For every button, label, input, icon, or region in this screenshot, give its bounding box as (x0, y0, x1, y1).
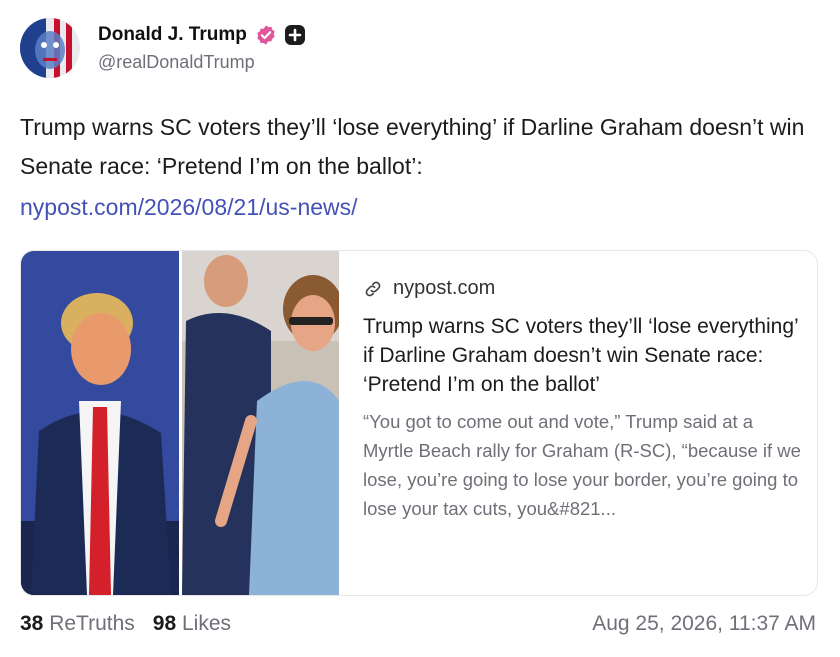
card-title: Trump warns SC voters they’ll ‘lose ever… (363, 315, 798, 396)
retruths-stat[interactable]: 38 ReTruths (20, 612, 135, 636)
retruths-count: 38 (20, 612, 44, 635)
author-display-name[interactable]: Donald J. Trump (98, 24, 247, 46)
link-preview-card[interactable]: nypost.com Trump warns SC voters they’ll… (20, 250, 818, 596)
likes-count: 98 (152, 612, 177, 635)
retruths-label: ReTruths (49, 612, 135, 635)
author-handle[interactable]: @realDonaldTrump (98, 52, 305, 73)
post-text: Trump warns SC voters they’ll ‘lose ever… (20, 114, 805, 179)
likes-label: Likes (182, 612, 232, 635)
avatar-image (20, 18, 80, 78)
author-names: Donald J. Trump @realDonaldTrump (98, 24, 305, 73)
name-row: Donald J. Trump (98, 24, 305, 46)
post-timestamp[interactable]: Aug 25, 2026, 11:37 AM (592, 612, 816, 636)
card-description: “You got to come out and vote,” Trump sa… (363, 411, 801, 519)
link-icon (365, 281, 381, 296)
post-header: Donald J. Trump @realDonaldTrump (20, 18, 305, 78)
post-stats: 38 ReTruths 98 Likes (20, 612, 231, 636)
plus-badge-icon (284, 24, 305, 45)
post-link[interactable]: nypost.com/2026/08/21/us-news/ (20, 188, 358, 227)
card-domain: nypost.com (393, 277, 496, 299)
verified-badge-icon (257, 24, 275, 45)
news-photo-image (21, 251, 339, 595)
card-body: nypost.com Trump warns SC voters they’ll… (363, 277, 803, 523)
card-image[interactable] (21, 251, 339, 595)
card-domain-row: nypost.com (363, 277, 803, 300)
likes-stat[interactable]: 98 Likes (153, 612, 231, 636)
author-avatar[interactable] (20, 18, 80, 78)
